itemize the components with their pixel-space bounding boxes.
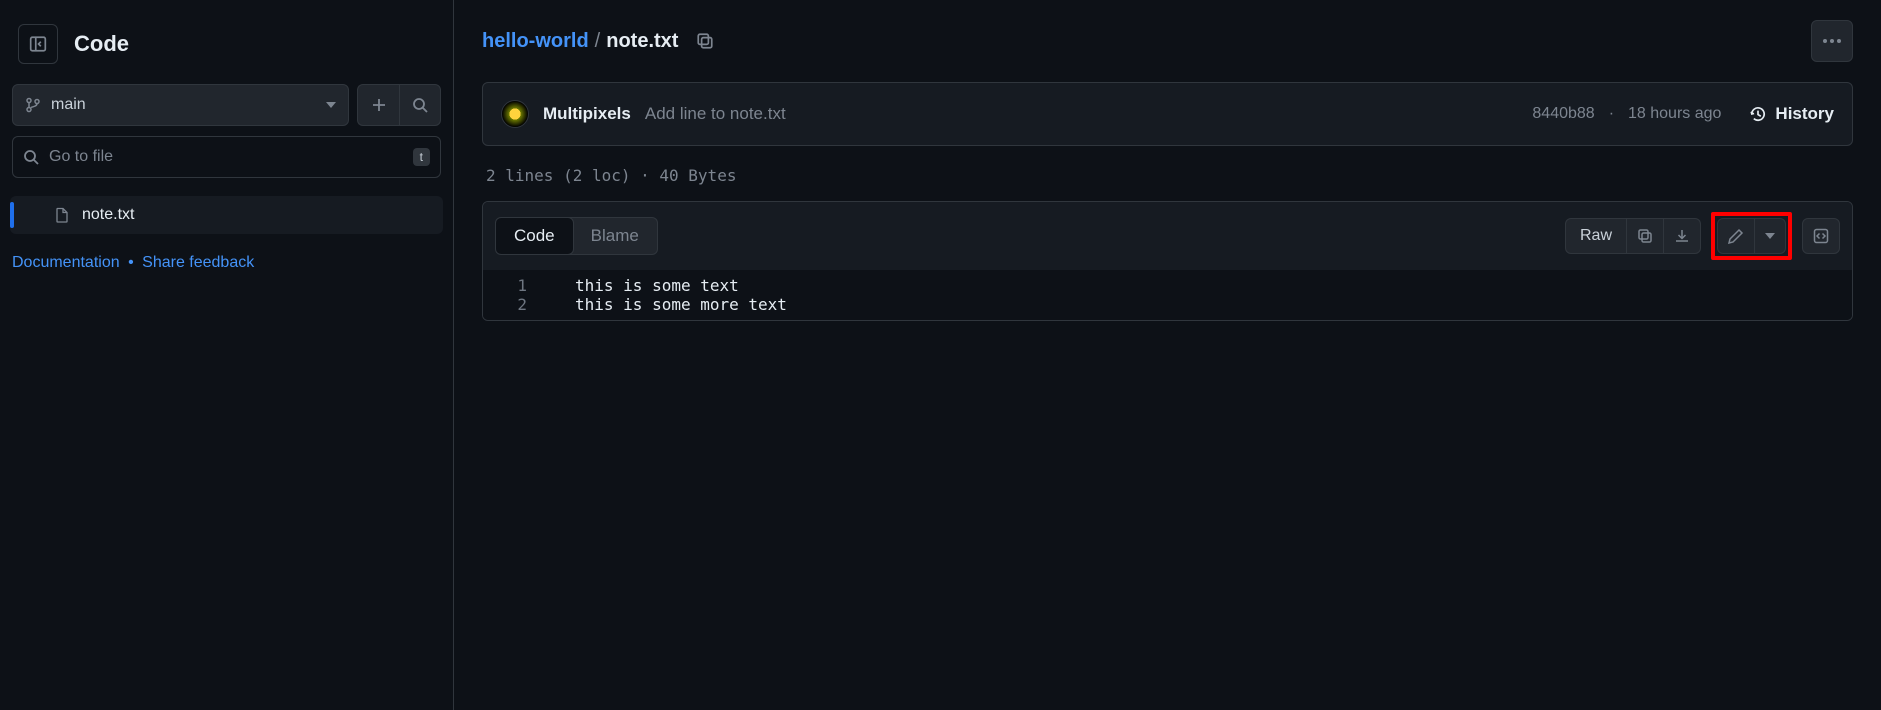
file-search-input[interactable]: [49, 148, 403, 166]
commit-time: 18 hours ago: [1628, 105, 1721, 123]
copy-path-button[interactable]: [688, 24, 722, 58]
plus-icon: [371, 97, 387, 113]
edit-file-button[interactable]: [1717, 218, 1755, 254]
tab-code[interactable]: Code: [495, 217, 574, 255]
copy-icon: [696, 32, 714, 50]
search-icon: [23, 149, 39, 165]
search-files-button[interactable]: [399, 84, 441, 126]
commit-author[interactable]: Multipixels: [543, 104, 631, 124]
edit-dropdown-button[interactable]: [1755, 218, 1786, 254]
code-content: 1 this is some text 2 this is some more …: [483, 270, 1852, 320]
file-toolbar: Code Blame Raw: [483, 202, 1852, 270]
commit-sha[interactable]: 8440b88: [1532, 105, 1594, 123]
search-icon: [412, 97, 428, 113]
caret-down-icon: [1765, 233, 1775, 239]
line-number[interactable]: 1: [483, 276, 547, 295]
pencil-icon: [1728, 228, 1744, 244]
symbols-button[interactable]: [1802, 218, 1840, 254]
line-text: this is some more text: [547, 295, 787, 314]
breadcrumb-separator: /: [595, 30, 601, 53]
line-number[interactable]: 2: [483, 295, 547, 314]
line-text: this is some text: [547, 276, 739, 295]
caret-down-icon: [326, 102, 336, 108]
collapse-sidebar-button[interactable]: [18, 24, 58, 64]
add-file-button[interactable]: [357, 84, 399, 126]
download-icon: [1674, 228, 1690, 244]
edit-highlight: [1711, 212, 1792, 260]
documentation-link[interactable]: Documentation: [12, 254, 120, 271]
view-tabs: Code Blame: [495, 217, 658, 255]
file-tree-item[interactable]: note.txt: [10, 196, 443, 234]
file-view: Code Blame Raw: [482, 201, 1853, 321]
code-square-icon: [1813, 228, 1829, 244]
branch-name: main: [51, 96, 86, 114]
share-feedback-link[interactable]: Share feedback: [142, 254, 254, 271]
file-search-box[interactable]: t: [12, 136, 441, 178]
code-line: 2 this is some more text: [483, 295, 1852, 314]
file-icon: [54, 207, 70, 223]
branch-icon: [25, 97, 41, 113]
sidebar-title: Code: [74, 31, 129, 57]
avatar[interactable]: [501, 100, 529, 128]
breadcrumb: hello-world / note.txt: [482, 30, 678, 53]
branch-select[interactable]: main: [12, 84, 349, 126]
kebab-icon: [1823, 39, 1841, 43]
sidebar: Code main: [0, 0, 454, 710]
history-link[interactable]: History: [1749, 104, 1834, 124]
commit-message[interactable]: Add line to note.txt: [645, 104, 786, 124]
copy-icon: [1637, 228, 1653, 244]
file-name: note.txt: [82, 206, 134, 224]
download-button[interactable]: [1664, 218, 1701, 254]
file-tree: note.txt: [10, 192, 443, 238]
breadcrumb-file: note.txt: [606, 30, 678, 53]
history-icon: [1749, 105, 1767, 123]
file-stats: 2 lines (2 loc) · 40 Bytes: [482, 160, 1853, 201]
search-shortcut-key: t: [413, 148, 430, 166]
panel-collapse-icon: [29, 35, 47, 53]
main-content: hello-world / note.txt Multipixels Add l…: [454, 0, 1881, 710]
code-line: 1 this is some text: [483, 276, 1852, 295]
more-options-button[interactable]: [1811, 20, 1853, 62]
breadcrumb-repo[interactable]: hello-world: [482, 30, 589, 53]
sidebar-footer: Documentation • Share feedback: [10, 238, 443, 288]
copy-raw-button[interactable]: [1627, 218, 1664, 254]
raw-button[interactable]: Raw: [1565, 218, 1627, 254]
tab-blame[interactable]: Blame: [573, 218, 657, 254]
latest-commit-bar: Multipixels Add line to note.txt 8440b88…: [482, 82, 1853, 146]
